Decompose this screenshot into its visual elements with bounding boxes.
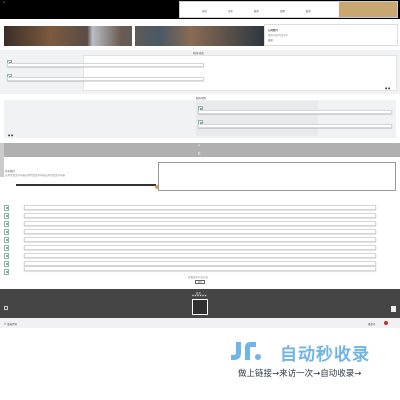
product-row-6[interactable] [24,245,376,250]
product-row-5[interactable] [24,237,376,242]
side-strip [0,143,4,177]
product-image-7[interactable] [4,253,9,259]
icp-text[interactable]: 备案号 [368,322,376,326]
news-item-1[interactable] [7,63,204,67]
product-row-9[interactable] [24,266,376,271]
police-badge-icon [384,321,388,325]
product-image-5[interactable] [4,237,9,243]
footer-sub: ▣ ▣ ▣ ▣ ▣ ▣ [192,295,207,297]
product-image-8[interactable] [4,261,9,267]
service-item-1[interactable] [198,110,392,114]
news-item-2[interactable] [7,77,204,81]
logo[interactable]: ≡ [3,1,5,4]
watermark-brand: 自动秒收录 [280,345,370,365]
about-text: 公司介绍文字内容公司介绍文字内容公司介绍文字内容 [5,174,66,177]
qr-code-icon [192,299,208,315]
nav-item-services[interactable]: 服务 [254,9,259,13]
copyright-text: © 版权所有 [4,323,18,326]
back-to-top-icon[interactable] [391,306,396,312]
product-image-2[interactable] [4,213,9,219]
contact-strip: ◎ 联 [0,143,400,157]
banner-side-title: 公司简介 [268,29,279,32]
bottom-bar: © 版权所有 备案号 [0,318,400,328]
product-image-3[interactable] [4,221,9,227]
news-pager[interactable]: ● ● [385,87,390,90]
banner-side-panel: 公司简介 服务内容介绍文字 更多 [264,24,398,46]
nav-item-home[interactable]: 首页 [202,9,207,13]
product-image-9[interactable] [4,269,9,275]
product-more-button[interactable]: 更多 [195,280,205,284]
about-box [158,162,396,191]
nav-item-about[interactable]: 关于 [228,9,233,13]
services-pager[interactable]: ● ● [8,134,13,137]
product-row-3[interactable] [24,221,376,226]
about-progress-bar [16,184,156,186]
contact-strip-icon: ◎ [198,144,201,147]
services-panel [196,101,318,136]
product-more-label: 更多 [198,282,203,284]
product-row-4[interactable] [24,229,376,234]
banner-divider [132,26,135,46]
watermark-slogan: 做上链接→来访一次→自动收录→ [238,369,362,379]
service-item-2[interactable] [198,124,392,128]
product-more-text: 查看更多产品信息 [188,276,209,279]
cta-button[interactable] [339,2,397,17]
contact-strip-text: 联 [198,152,201,155]
banner-side-text: 服务内容介绍文字 [268,34,289,37]
news-panel [83,55,397,91]
product-row-1[interactable] [24,205,376,210]
nav-item-contact[interactable]: 联系 [306,9,311,13]
nav-item-cases[interactable]: 案例 [280,9,285,13]
banner-side-link[interactable]: 更多 [268,38,273,42]
product-image-1[interactable] [4,205,9,211]
jr-logo-icon [231,342,261,360]
footer-left-icon[interactable] [4,306,8,310]
product-image-6[interactable] [4,245,9,251]
watermark-logo: 自动秒收录 做上链接→来访一次→自动收录→ [228,338,398,390]
product-row-7[interactable] [24,253,376,258]
product-row-2[interactable] [24,213,376,218]
product-image-4[interactable] [4,229,9,235]
